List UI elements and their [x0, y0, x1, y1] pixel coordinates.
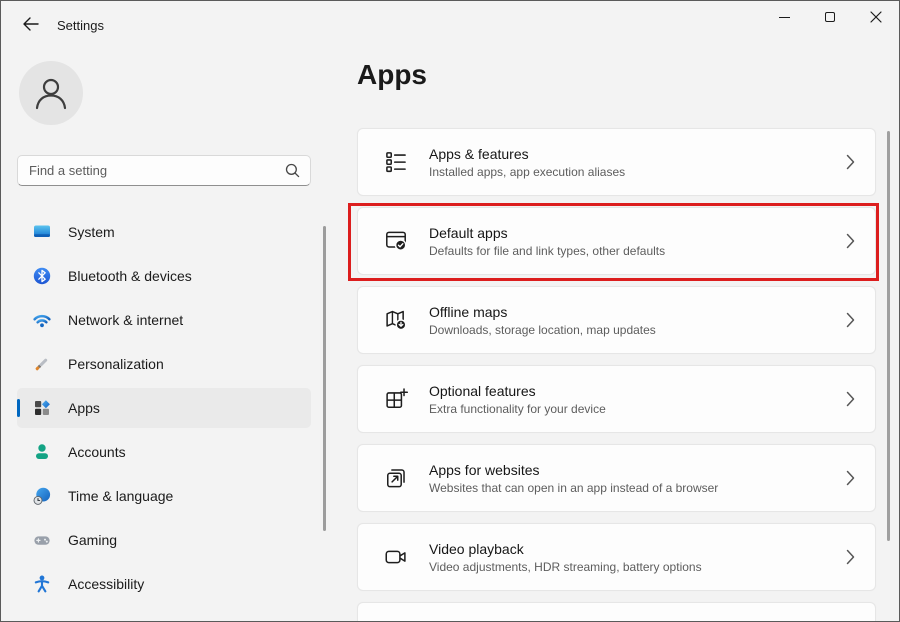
- sidebar-item-personalization[interactable]: Personalization: [17, 344, 311, 384]
- sidebar-item-label: Apps: [68, 400, 100, 416]
- accessibility-icon: [32, 574, 52, 594]
- card-subtitle: Video adjustments, HDR streaming, batter…: [429, 560, 702, 574]
- sidebar-item-label: Personalization: [68, 356, 164, 372]
- sidebar-item-time-language[interactable]: Time & language: [17, 476, 311, 516]
- chevron-right-icon: [846, 549, 855, 565]
- network-icon: [32, 310, 52, 330]
- chevron-right-icon: [846, 154, 855, 170]
- video-playback-icon: [382, 544, 409, 571]
- card-title: Offline maps: [429, 304, 656, 320]
- sidebar-item-label: Time & language: [68, 488, 173, 504]
- sidebar-item-bluetooth-devices[interactable]: Bluetooth & devices: [17, 256, 311, 296]
- personalization-icon: [32, 354, 52, 374]
- sidebar-scrollbar[interactable]: [323, 226, 326, 531]
- search-icon[interactable]: [285, 163, 300, 178]
- offline-maps-icon: [382, 307, 409, 334]
- card-title: Default apps: [429, 225, 665, 241]
- sidebar-item-label: Network & internet: [68, 312, 183, 328]
- default-apps-icon: [382, 228, 409, 255]
- main-scrollbar[interactable]: [887, 131, 890, 541]
- search-box: [17, 155, 311, 186]
- sidebar-item-label: Accessibility: [68, 576, 144, 592]
- chevron-right-icon: [846, 233, 855, 249]
- sidebar-item-network-internet[interactable]: Network & internet: [17, 300, 311, 340]
- back-button[interactable]: [15, 11, 45, 37]
- card-subtitle: Defaults for file and link types, other …: [429, 244, 665, 258]
- back-arrow-icon: [22, 17, 39, 31]
- sidebar-nav: System Bluetooth & devices Networ: [17, 212, 311, 608]
- card-subtitle: Extra functionality for your device: [429, 402, 606, 416]
- card-default-apps[interactable]: Default apps Defaults for file and link …: [357, 207, 876, 275]
- settings-window: Settings: [0, 0, 900, 622]
- person-icon: [19, 61, 83, 125]
- apps-icon: [32, 398, 52, 418]
- maximize-button[interactable]: [807, 1, 853, 33]
- card-apps-for-websites[interactable]: Apps for websites Websites that can open…: [357, 444, 876, 512]
- card-subtitle: Websites that can open in an app instead…: [429, 481, 718, 495]
- card-subtitle: Downloads, storage location, map updates: [429, 323, 656, 337]
- minimize-button[interactable]: [761, 1, 807, 33]
- sidebar-item-label: Bluetooth & devices: [68, 268, 192, 284]
- sidebar-item-label: Accounts: [68, 444, 126, 460]
- chevron-right-icon: [846, 470, 855, 486]
- system-icon: [32, 222, 52, 242]
- card-video-playback[interactable]: Video playback Video adjustments, HDR st…: [357, 523, 876, 591]
- card-title: Apps for websites: [429, 462, 718, 478]
- card-title: Optional features: [429, 383, 606, 399]
- card-subtitle: Installed apps, app execution aliases: [429, 165, 625, 179]
- apps-websites-icon: [382, 465, 409, 492]
- sidebar-item-apps[interactable]: Apps: [17, 388, 311, 428]
- page-title: Apps: [357, 59, 427, 91]
- card-apps-features[interactable]: Apps & features Installed apps, app exec…: [357, 128, 876, 196]
- sidebar-item-accounts[interactable]: Accounts: [17, 432, 311, 472]
- settings-card-list: Apps & features Installed apps, app exec…: [357, 128, 876, 622]
- card-optional-features[interactable]: Optional features Extra functionality fo…: [357, 365, 876, 433]
- accounts-icon: [32, 442, 52, 462]
- window-title: Settings: [57, 18, 104, 33]
- chevron-right-icon: [846, 391, 855, 407]
- card-partial-bottom[interactable]: [357, 602, 876, 622]
- avatar: [19, 61, 83, 125]
- close-icon: [870, 11, 882, 23]
- search-input[interactable]: [18, 163, 285, 178]
- card-title: Video playback: [429, 541, 702, 557]
- selection-indicator: [17, 399, 20, 417]
- card-title: Apps & features: [429, 146, 625, 162]
- sidebar-item-label: System: [68, 224, 115, 240]
- time-language-icon: [32, 486, 52, 506]
- bluetooth-icon: [32, 266, 52, 286]
- optional-features-icon: [382, 386, 409, 413]
- sidebar-item-label: Gaming: [68, 532, 117, 548]
- close-button[interactable]: [853, 1, 899, 33]
- window-controls: [761, 1, 899, 33]
- apps-features-icon: [382, 149, 409, 176]
- maximize-icon: [825, 12, 835, 22]
- sidebar-item-gaming[interactable]: Gaming: [17, 520, 311, 560]
- sidebar-item-accessibility[interactable]: Accessibility: [17, 564, 311, 604]
- minimize-icon: [779, 17, 790, 18]
- sidebar-item-system[interactable]: System: [17, 212, 311, 252]
- gaming-icon: [32, 530, 52, 550]
- chevron-right-icon: [846, 312, 855, 328]
- card-offline-maps[interactable]: Offline maps Downloads, storage location…: [357, 286, 876, 354]
